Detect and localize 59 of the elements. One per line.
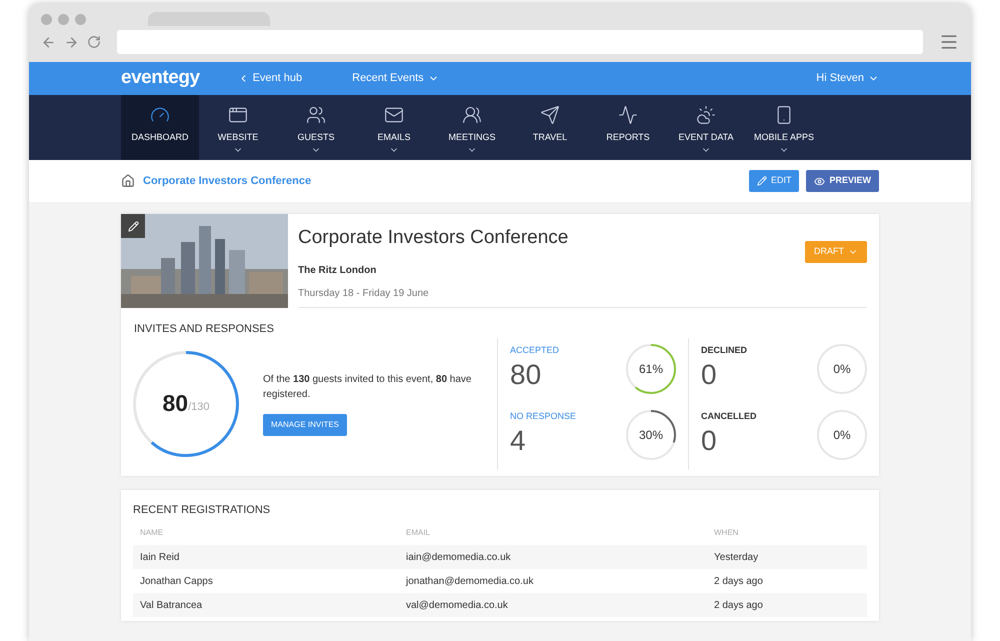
- table-cell-text: 2 days ago: [714, 598, 764, 612]
- venue: The Ritz London: [298, 264, 378, 278]
- section-heading: INVITES AND RESPONSES: [133, 322, 275, 337]
- nav-tab[interactable]: TRAVEL: [511, 95, 589, 160]
- event-dates: Thursday 18 - Friday 19 June: [298, 286, 430, 300]
- paper-plane-icon: [540, 105, 560, 125]
- home-icon[interactable]: [121, 174, 135, 188]
- registered-count: 80: [162, 389, 188, 418]
- nav-tab[interactable]: MOBILE APPS: [745, 95, 823, 160]
- line-chart-icon: [618, 105, 638, 125]
- section-heading: RECENT REGISTRATIONS: [133, 502, 272, 518]
- table-cell-text: Yesterday: [714, 550, 760, 564]
- table-cell-text: iain@demomedia.co.uk: [406, 550, 512, 564]
- stat-label: CANCELLED: [701, 410, 758, 422]
- people-icon: [462, 105, 482, 125]
- stat-value: 0: [701, 424, 718, 458]
- table-cell-text: Iain Reid: [140, 550, 180, 564]
- forward-icon[interactable]: [64, 34, 79, 50]
- nav-tab[interactable]: GUESTS: [277, 95, 355, 160]
- stat-label: ACCEPTED: [510, 344, 560, 356]
- table-cell-text: 2 days ago: [714, 574, 764, 588]
- invited-total: /130: [188, 400, 210, 416]
- column-header: NAME: [140, 527, 164, 539]
- percent-ring: [817, 410, 867, 460]
- stat-label: NO RESPONSE: [510, 410, 578, 422]
- pencil-icon: [128, 220, 138, 232]
- people-icon: [306, 105, 326, 125]
- stat-percent: 30%: [638, 426, 664, 444]
- column-header: EMAIL: [406, 527, 432, 539]
- table-cell-text: val@demomedia.co.uk: [406, 598, 509, 612]
- stat-percent: 61%: [638, 360, 664, 378]
- stat-percent: 0%: [833, 360, 851, 378]
- back-icon[interactable]: [41, 34, 56, 50]
- nav-tab[interactable]: WEBSITE: [199, 95, 277, 160]
- table-cell-text: jonathan@demomedia.co.uk: [406, 574, 534, 588]
- column-header: WHEN: [714, 527, 740, 539]
- stat-percent: 0%: [833, 426, 851, 444]
- eye-icon: [814, 176, 826, 186]
- nav-tab[interactable]: MEETINGS: [433, 95, 511, 160]
- browser-window-icon: [228, 105, 248, 125]
- stat-value: 0: [701, 358, 718, 392]
- table-cell-text: Jonathan Capps: [140, 574, 214, 588]
- reload-icon[interactable]: [87, 35, 101, 49]
- nav-tab[interactable]: DASHBOARD: [121, 95, 199, 160]
- nav-tab[interactable]: EVENT DATA: [667, 95, 745, 160]
- event-title: Corporate Investors Conference: [298, 226, 570, 250]
- preview-button[interactable]: PREVIEW: [806, 170, 879, 192]
- table-cell-text: Val Batrancea: [140, 598, 204, 612]
- window-controls-icon: [41, 14, 86, 24]
- envelope-icon: [384, 105, 404, 125]
- registration-summary: Of the 130 guests invited to this event, 80 have registered.: [263, 372, 472, 402]
- stat-value: 80: [510, 358, 542, 392]
- stat-value: 4: [510, 424, 527, 458]
- edit-image-button[interactable]: [121, 214, 145, 238]
- pencil-icon: [756, 176, 767, 186]
- nav-tab[interactable]: REPORTS: [589, 95, 667, 160]
- stat-label: DECLINED: [701, 344, 748, 356]
- percent-ring: [817, 344, 867, 394]
- nav-tab[interactable]: EMAILS: [355, 95, 433, 160]
